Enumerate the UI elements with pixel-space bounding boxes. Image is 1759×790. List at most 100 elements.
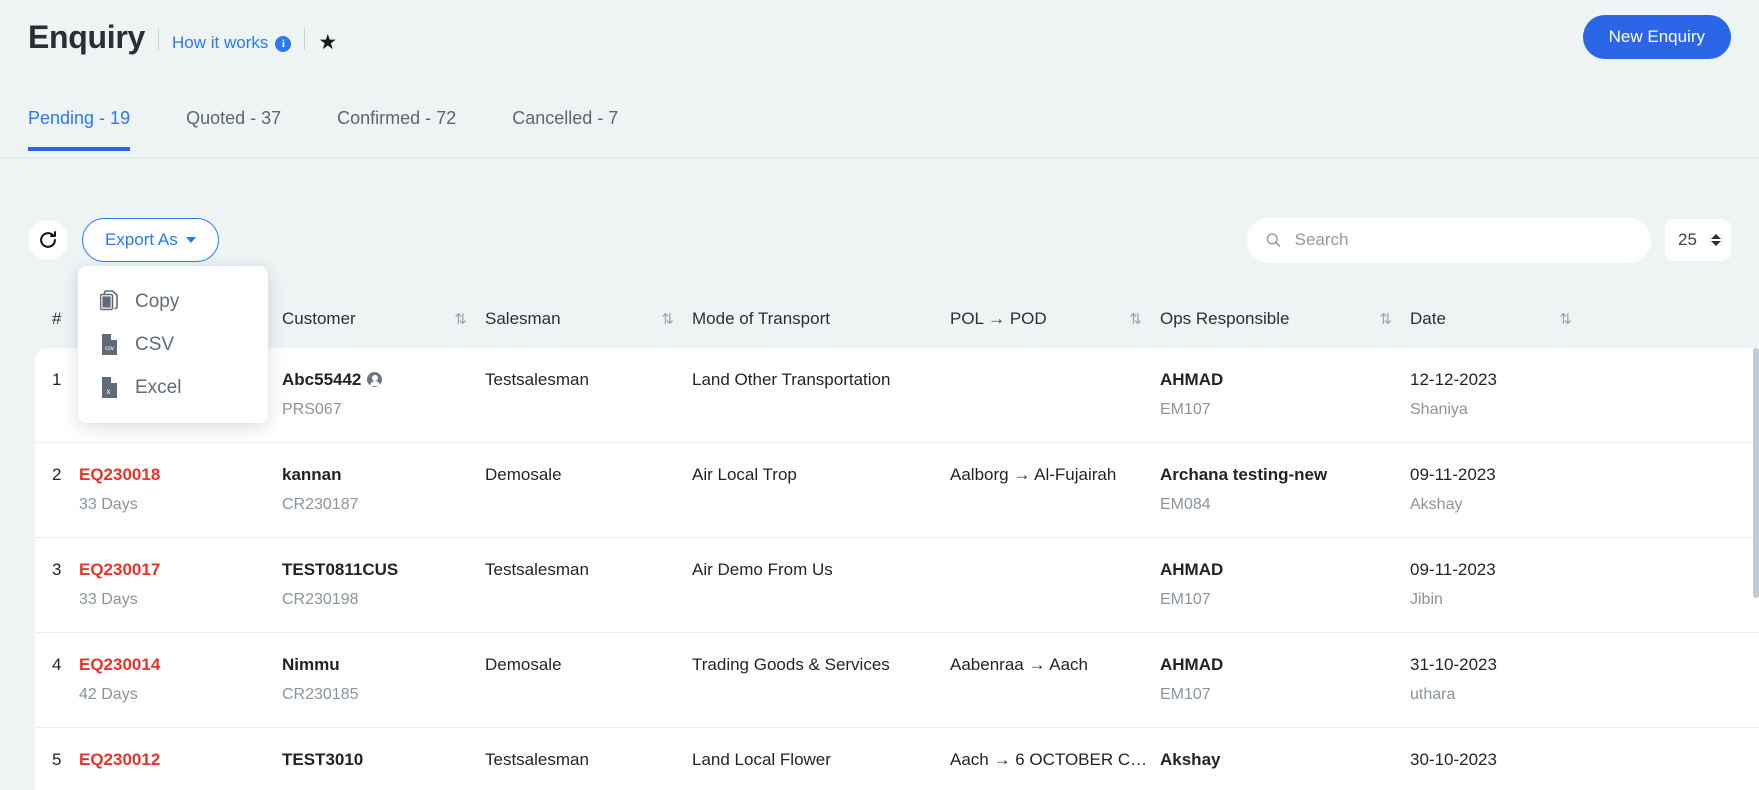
csv-file-icon: csv: [100, 333, 119, 356]
search-box[interactable]: [1247, 217, 1651, 263]
tab-quoted[interactable]: Quoted - 37: [186, 92, 281, 151]
export-menu-item-csv[interactable]: csv CSV: [78, 323, 268, 366]
column-header-index: #: [52, 309, 62, 328]
page-title: Enquiry: [28, 19, 146, 55]
enquiry-id-link[interactable]: EQ230012: [79, 749, 270, 772]
export-menu-item-copy[interactable]: Copy: [78, 280, 268, 323]
cell-mode-of-transport: Land Other Transportation: [692, 369, 950, 392]
title-divider-left: [158, 28, 160, 50]
svg-text:csv: csv: [105, 346, 114, 352]
page-size-selector[interactable]: 25: [1665, 219, 1731, 261]
cell-date: 12-12-2023 Shaniya: [1410, 369, 1590, 421]
sort-icon-customer[interactable]: ⇅: [454, 310, 485, 328]
customer-name: Abc55442: [282, 370, 362, 389]
customer-name: Nimmu: [282, 655, 340, 674]
mode-value: Trading Goods & Services: [692, 655, 890, 674]
cell-salesman: Testsalesman: [485, 749, 692, 772]
salesman-name: Demosale: [485, 655, 562, 674]
cell-index: 1: [52, 370, 62, 389]
mode-value: Land Local Flower: [692, 750, 831, 769]
cell-ops-responsible: Akshay: [1160, 749, 1410, 780]
cell-pol-pod: Aabenraa → Aach: [950, 654, 1160, 677]
ops-name: AHMAD: [1160, 655, 1224, 674]
chevron-down-icon: [185, 237, 196, 243]
tab-cancelled[interactable]: Cancelled - 7: [512, 92, 618, 151]
date-value: 09-11-2023: [1410, 465, 1496, 484]
export-as-button[interactable]: Export As: [82, 218, 219, 262]
excel-file-icon: x: [100, 376, 119, 399]
enquiry-age: 42 Days: [79, 685, 138, 703]
page-size-value: 25: [1678, 230, 1697, 249]
column-header-date: Date ⇅: [1410, 309, 1590, 329]
tab-confirmed[interactable]: Confirmed - 72: [337, 92, 456, 151]
left-gutter: [0, 348, 35, 790]
cell-date: 09-11-2023 Akshay: [1410, 464, 1590, 516]
customer-code: CR230185: [282, 685, 359, 703]
cell-date: 09-11-2023 Jibin: [1410, 559, 1590, 611]
sort-icon-salesman[interactable]: ⇅: [661, 310, 692, 328]
search-input[interactable]: [1292, 229, 1633, 251]
star-icon[interactable]: ★: [318, 32, 337, 53]
salesman-name: Testsalesman: [485, 750, 589, 769]
date-user: Akshay: [1410, 495, 1463, 513]
enquiry-id-link[interactable]: EQ230017: [79, 559, 270, 582]
table-row[interactable]: 4 EQ230014 42 Days Nimmu CR230185 Demosa…: [35, 633, 1759, 728]
scrollbar-thumb[interactable]: [1753, 348, 1759, 598]
date-value: 09-11-2023: [1410, 560, 1496, 579]
table-row[interactable]: 2 EQ230018 33 Days kannan CR230187 Demos…: [35, 443, 1759, 538]
search-icon: [1266, 233, 1281, 247]
excel-glyph: x: [102, 377, 117, 398]
person-icon: [367, 372, 383, 387]
new-enquiry-button[interactable]: New Enquiry: [1582, 15, 1731, 59]
export-menu-label-copy: Copy: [135, 290, 180, 312]
export-menu-item-excel[interactable]: x Excel: [78, 366, 268, 409]
refresh-glyph: [40, 231, 56, 248]
how-it-works-link[interactable]: How it works: [172, 33, 268, 53]
date-value: 12-12-2023: [1410, 370, 1497, 389]
column-header-pol-pod-label: POL → POD: [950, 309, 1047, 328]
salesman-name: Demosale: [485, 465, 562, 484]
sort-icon-ops[interactable]: ⇅: [1379, 310, 1410, 328]
sort-icon-date[interactable]: ⇅: [1559, 310, 1590, 328]
page-header: Enquiry How it works i ★ New Enquiry: [0, 0, 1759, 74]
enquiry-age: 33 Days: [79, 590, 138, 608]
cell-ops-responsible: AHMAD EM107: [1160, 654, 1410, 706]
customer-code: CR230187: [282, 495, 359, 513]
column-header-customer: Customer ⇅: [282, 309, 485, 329]
ops-code: EM084: [1160, 495, 1211, 513]
vertical-scrollbar[interactable]: [1752, 348, 1759, 790]
copy-glyph: [99, 290, 118, 311]
ops-name: AHMAD: [1160, 560, 1224, 579]
cell-pol-pod: Aalborg → Al-Fujairah: [950, 464, 1160, 487]
table-row[interactable]: 1 0 Days Abc55442 PRS067 Testsalesman La…: [35, 348, 1759, 443]
tab-pending[interactable]: Pending - 19: [28, 92, 131, 151]
cell-enquiry: EQ230018 33 Days: [79, 464, 282, 516]
date-value: 31-10-2023: [1410, 655, 1497, 674]
cell-mode-of-transport: Air Local Trop: [692, 464, 950, 487]
cell-ops-responsible: AHMAD EM107: [1160, 369, 1410, 421]
cell-date: 31-10-2023 uthara: [1410, 654, 1590, 706]
info-icon[interactable]: i: [275, 36, 292, 52]
cell-salesman: Demosale: [485, 464, 692, 487]
table-row[interactable]: 5 EQ230012 TEST3010 Testsalesman Land Lo…: [35, 728, 1759, 790]
cell-salesman: Testsalesman: [485, 369, 692, 392]
cell-mode-of-transport: Air Demo From Us: [692, 559, 950, 582]
enquiry-id-link[interactable]: EQ230014: [79, 654, 270, 677]
column-header-salesman-label: Salesman: [485, 309, 561, 328]
refresh-icon[interactable]: [28, 220, 68, 260]
cell-customer: Abc55442 PRS067: [282, 369, 485, 421]
column-header-ops-responsible: Ops Responsible ⇅: [1160, 309, 1410, 329]
date-value: 30-10-2023: [1410, 750, 1497, 769]
cell-pol-pod: Aach → 6 OCTOBER C…: [950, 749, 1160, 772]
sort-icon-pol-pod[interactable]: ⇅: [1129, 310, 1160, 328]
title-divider-right: [304, 28, 306, 50]
enquiry-id-link[interactable]: EQ230018: [79, 464, 270, 487]
cell-enquiry: EQ230017 33 Days: [79, 559, 282, 611]
column-header-date-label: Date: [1410, 309, 1446, 328]
column-header-ops-label: Ops Responsible: [1160, 309, 1290, 328]
column-header-mode-label: Mode of Transport: [692, 309, 830, 328]
csv-glyph: csv: [102, 334, 117, 355]
table-row[interactable]: 3 EQ230017 33 Days TEST0811CUS CR230198 …: [35, 538, 1759, 633]
ops-code: EM107: [1160, 400, 1211, 418]
salesman-name: Testsalesman: [485, 560, 589, 579]
